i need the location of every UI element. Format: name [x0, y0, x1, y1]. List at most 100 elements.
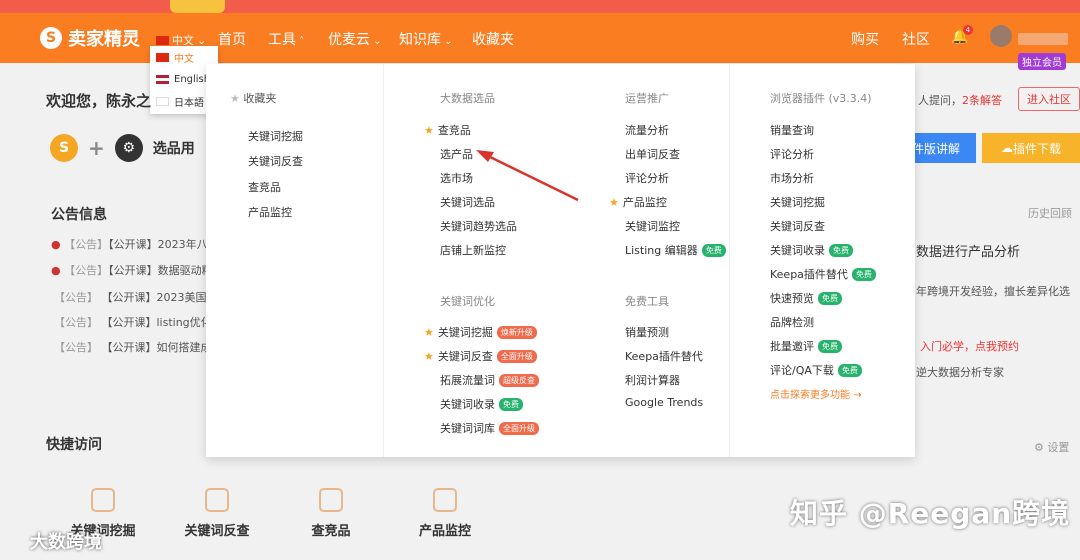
plugin-item[interactable]: 关键词反查	[770, 218, 825, 234]
promo-decoration	[170, 0, 225, 13]
free-tools-title: 免费工具	[625, 295, 669, 308]
menu-item-profit-calc[interactable]: 利润计算器	[625, 372, 680, 388]
username-blurred	[1018, 33, 1068, 45]
fav-item[interactable]: 查竞品	[248, 179, 281, 195]
keyword-opt-title: 关键词优化	[440, 295, 495, 308]
explore-more-link[interactable]: 点击探索更多功能 →	[770, 386, 862, 401]
gear-icon: ⚙	[114, 134, 143, 162]
logo-icon: S	[40, 27, 62, 49]
plugin-item[interactable]: 关键词挖掘	[770, 194, 825, 210]
menu-item-label: 关键词反查	[437, 350, 493, 363]
welcome-text: 欢迎您，陈永之	[46, 92, 152, 110]
settings-link[interactable]: ⚙ 设置	[1034, 439, 1069, 455]
nav-youmaiyun-label: 优麦云	[328, 32, 370, 48]
menu-item-keyword-trend[interactable]: 关键词趋势选品	[440, 218, 517, 234]
notification-bell[interactable]: 🔔 4	[951, 25, 973, 45]
menu-item-keyword-mining[interactable]: ★ 关键词挖掘 焕新升级	[424, 324, 537, 340]
fav-item[interactable]: 关键词挖掘	[248, 128, 303, 144]
quick-competitor[interactable]: 查竞品	[286, 488, 376, 539]
menu-item-label: 拓展流量词	[440, 374, 495, 387]
menu-item-traffic[interactable]: 流量分析	[625, 122, 669, 138]
menu-item-expand-traffic[interactable]: 拓展流量词 超级反查	[440, 372, 539, 388]
fav-item[interactable]: 关键词反查	[248, 153, 303, 169]
menu-item-listing-editor[interactable]: Listing 编辑器 免费	[625, 242, 726, 258]
nav-youmaiyun[interactable]: 优麦云 ⌄	[328, 29, 382, 49]
nav-buy[interactable]: 购买	[851, 29, 879, 49]
menu-item-google-trends[interactable]: Google Trends	[625, 396, 703, 409]
announcement-item[interactable]: ● 【公告】【公开课】数据驱动精	[51, 262, 213, 278]
menu-item-keyword-reverse[interactable]: ★ 关键词反查 全面升级	[424, 348, 537, 364]
menu-item-sales-forecast[interactable]: 销量预测	[625, 324, 669, 340]
nav-knowledge[interactable]: 知识库 ⌄	[399, 29, 453, 49]
menu-item-label: 批量邀评	[770, 340, 814, 353]
promo-banner[interactable]	[0, 0, 1080, 13]
menu-item-select-market[interactable]: 选市场	[440, 170, 473, 186]
ops-title: 运营推广	[625, 92, 669, 105]
course-link[interactable]: 入门必学，点我预约	[920, 338, 1019, 354]
nav-home[interactable]: 首页	[218, 29, 246, 49]
quick-keyword-reverse[interactable]: 关键词反查	[172, 488, 262, 539]
menu-item-label: 评论/QA下载	[770, 364, 834, 377]
nav-community[interactable]: 社区	[902, 29, 930, 49]
announcement-item[interactable]: ● 【公告】【公开课】2023年八	[51, 236, 208, 252]
menu-item-product-monitor[interactable]: ★ 产品监控	[609, 194, 667, 210]
avatar[interactable]	[990, 25, 1012, 47]
menu-item-label: 产品监控	[622, 196, 667, 209]
favorites-header: ★ 收藏夹	[230, 90, 276, 106]
menu-item-keyword-select[interactable]: 关键词选品	[440, 194, 495, 210]
quick-label: 关键词反查	[184, 524, 250, 539]
tools-row: S + ⚙ 选品用	[50, 134, 195, 162]
plugin-item[interactable]: 品牌检测	[770, 314, 814, 330]
announcement-item[interactable]: 【公告】 【公开课】2023美国站	[54, 289, 218, 305]
us-flag-icon	[156, 74, 169, 84]
menu-item-select-product[interactable]: 选产品	[440, 146, 473, 162]
announcement-tag: 【公告】	[54, 316, 98, 329]
menu-item-keyword-monitor[interactable]: 关键词监控	[625, 218, 680, 234]
logo[interactable]: S 卖家精灵	[40, 25, 140, 51]
settings-label: 设置	[1047, 441, 1070, 454]
menu-item-competitor[interactable]: ★ 查竞品	[424, 122, 471, 138]
nav-favorites[interactable]: 收藏夹	[472, 29, 514, 49]
join-community-button[interactable]: 进入社区	[1018, 87, 1080, 111]
history-link[interactable]: 历史回顾	[1028, 205, 1072, 221]
star-icon: ★	[230, 92, 244, 105]
announcement-tag: 【公告】	[54, 291, 98, 304]
keyword-mining-icon	[91, 488, 115, 512]
menu-item-label: 关键词挖掘	[437, 326, 493, 339]
tools-mega-menu: ★ 收藏夹 关键词挖掘 关键词反查 查竞品 产品监控 大数据选品 ★ 查竞品 选产…	[206, 64, 915, 457]
favorites-title: 收藏夹	[243, 92, 277, 105]
plugin-item[interactable]: Keepa插件替代 免费	[770, 266, 876, 282]
quick-product-monitor[interactable]: 产品监控	[400, 488, 490, 539]
plugin-item[interactable]: 批量邀评 免费	[770, 338, 842, 354]
plugin-item[interactable]: 快速预览 免费	[770, 290, 842, 306]
free-tag: 免费	[829, 243, 853, 257]
upgrade-tag: 焕新升级	[496, 325, 537, 339]
menu-item-label: 关键词收录	[440, 398, 495, 411]
menu-item-store-monitor[interactable]: 店铺上新监控	[440, 242, 506, 258]
free-tag: 免费	[701, 243, 726, 257]
main-tools-column: 大数据选品 ★ 查竞品 选产品 选市场 关键词选品 关键词趋势选品 店铺上新监控 …	[384, 64, 730, 457]
menu-item-keepa-alt[interactable]: Keepa插件替代	[625, 348, 703, 364]
menu-item-review-analysis[interactable]: 评论分析	[625, 170, 669, 186]
nav-tools[interactable]: 工具 ˄	[268, 29, 304, 49]
plugin-item[interactable]: 关键词收录 免费	[770, 242, 853, 258]
announcement-text: 【公开课】数据驱动精	[108, 264, 213, 277]
gear-icon: ⚙	[1034, 441, 1048, 454]
nav-knowledge-label: 知识库	[399, 32, 441, 48]
free-tag: 免费	[818, 291, 842, 305]
announcement-item[interactable]: 【公告】 【公开课】listing优化的	[54, 314, 223, 330]
plugin-item[interactable]: 评论分析	[770, 146, 814, 162]
stats-text-1: 人提问，	[918, 94, 962, 107]
stats-text-2: 2条解答	[962, 94, 1002, 107]
plugin-item[interactable]: 销量查询	[770, 122, 814, 138]
plugin-download-button[interactable]: ☁ 插件下载	[982, 133, 1080, 163]
upgrade-tag: 全面升级	[496, 349, 537, 363]
announcement-item[interactable]: 【公告】 【公开课】如何搭建成功	[54, 339, 223, 355]
menu-item-order-words[interactable]: 出单词反查	[625, 146, 680, 162]
course-title: 数据进行产品分析	[916, 245, 1021, 260]
menu-item-keyword-index[interactable]: 关键词收录 免费	[440, 396, 523, 412]
fav-item[interactable]: 产品监控	[248, 204, 292, 220]
plugin-item[interactable]: 市场分析	[770, 170, 814, 186]
menu-item-keyword-library[interactable]: 关键词词库 全面升级	[440, 420, 539, 436]
plugin-item[interactable]: 评论/QA下载 免费	[770, 362, 862, 378]
